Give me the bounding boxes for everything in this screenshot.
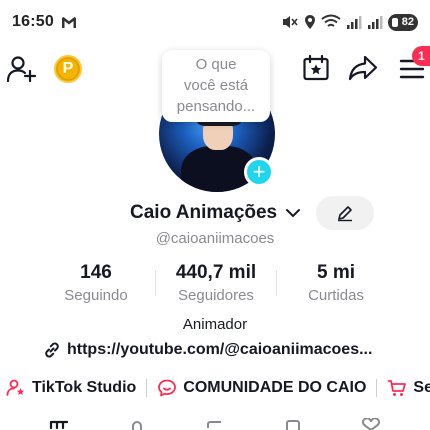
person-star-icon: [6, 379, 25, 396]
chat-bubble-icon: [158, 379, 177, 397]
calendar-star-icon[interactable]: [302, 54, 330, 82]
stat-value: 5 mi: [316, 262, 356, 283]
profile-shortcuts: TikTok Studio COMUNIDADE DO CAIO Se: [6, 378, 430, 398]
stat-value: 440,7 mil: [175, 262, 257, 283]
heart-tab-icon[interactable]: [360, 418, 382, 430]
chip-community[interactable]: COMUNIDADE DO CAIO: [157, 378, 366, 398]
bio-text: Animador: [182, 316, 248, 333]
coin-letter: P: [62, 60, 74, 77]
username: @caioaniimacoes: [155, 230, 275, 247]
pencil-icon: [338, 206, 352, 222]
edit-profile-button[interactable]: [316, 196, 374, 230]
thought-line-3: pensando...: [176, 98, 256, 115]
stat-label: Curtidas: [308, 287, 364, 304]
location-icon: [305, 15, 315, 29]
stat-label: Seguidores: [178, 287, 254, 304]
thought-line-2: você está: [183, 77, 249, 94]
chip-label: Se: [413, 379, 430, 396]
link-icon: [45, 342, 59, 358]
add-story-button[interactable]: +: [244, 157, 274, 187]
lock-tab-icon[interactable]: [126, 418, 148, 430]
thought-line-1: O que: [195, 56, 237, 73]
battery-indicator: 82: [388, 13, 418, 31]
thought-bubble[interactable]: O que você está pensando...: [162, 50, 270, 122]
mute-icon: [283, 16, 298, 28]
stat-divider: [155, 270, 156, 296]
wifi-icon: [321, 14, 341, 27]
share-icon[interactable]: [348, 55, 378, 81]
repost-tab-icon[interactable]: [204, 418, 226, 430]
status-time: 16:50: [12, 13, 54, 30]
profile-link-text: https://youtube.com/@caioaniimacoes...: [67, 341, 373, 358]
coin-icon[interactable]: P: [54, 55, 82, 83]
signal-icon-2: [368, 16, 383, 29]
bookmark-tab-icon[interactable]: [282, 418, 304, 430]
notification-badge: 1: [412, 46, 430, 66]
chip-label: COMUNIDADE DO CAIO: [183, 379, 367, 396]
gmail-icon: [62, 17, 76, 28]
stat-divider: [276, 270, 277, 296]
chip-tiktok-studio[interactable]: TikTok Studio: [6, 378, 136, 398]
status-icons: 82: [281, 12, 418, 32]
cart-icon: [388, 380, 407, 396]
add-friend-icon[interactable]: [6, 54, 38, 84]
chip-divider: [376, 379, 378, 397]
stat-label: Seguindo: [64, 287, 128, 304]
stat-likes[interactable]: 5 mi Curtidas: [281, 262, 391, 304]
stat-following[interactable]: 146 Seguindo: [41, 262, 151, 304]
chevron-down-icon[interactable]: [285, 205, 301, 221]
chip-label: TikTok Studio: [32, 379, 137, 396]
chip-divider: [146, 379, 148, 397]
stat-followers[interactable]: 440,7 mil Seguidores: [161, 262, 271, 304]
grid-tab-icon[interactable]: [48, 418, 70, 430]
stat-value: 146: [80, 262, 112, 283]
profile-link[interactable]: https://youtube.com/@caioaniimacoes...: [42, 340, 372, 360]
content-tab-bar: [0, 418, 430, 430]
battery-level: 82: [401, 16, 414, 28]
profile-name: Caio Animações: [130, 202, 278, 223]
signal-icon: [347, 16, 362, 29]
chip-shop[interactable]: Se: [387, 378, 430, 398]
